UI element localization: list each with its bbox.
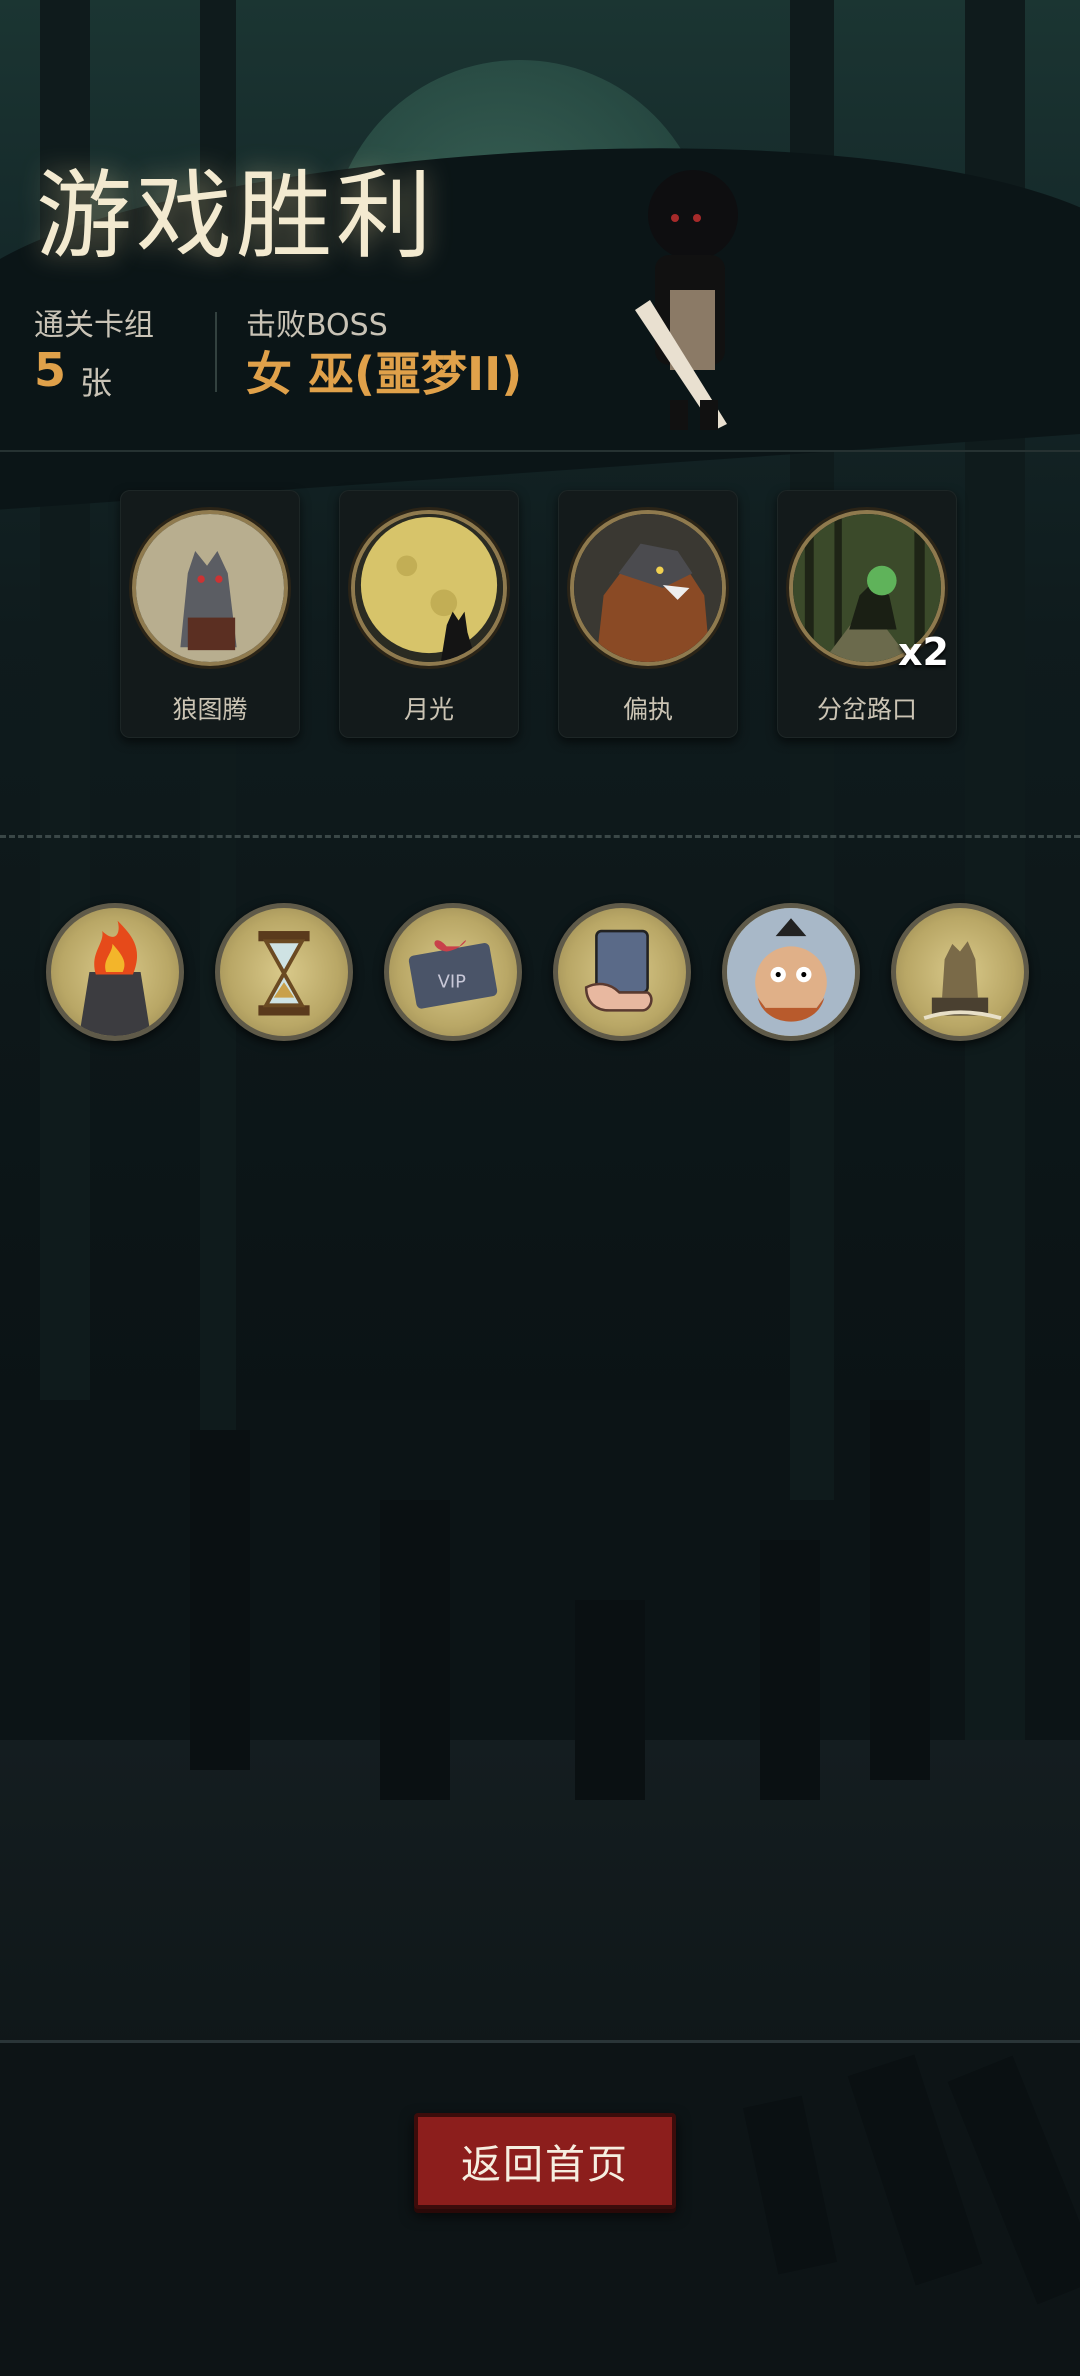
hourglass-icon[interactable] bbox=[215, 903, 353, 1041]
wolf-totem-icon bbox=[132, 510, 288, 666]
card-label: 狼图腾 bbox=[172, 695, 248, 724]
deck-card[interactable]: 狼图腾 bbox=[120, 490, 300, 738]
deck-unit: 张 bbox=[80, 364, 113, 402]
deck-card[interactable]: x2 分岔路口 bbox=[777, 490, 957, 738]
hand-card-icon[interactable] bbox=[553, 903, 691, 1041]
victory-title: 游戏胜利 bbox=[36, 160, 436, 272]
svg-text:VIP: VIP bbox=[438, 971, 467, 992]
boss-name: 女 巫(噩梦II) bbox=[246, 347, 523, 401]
deck-card[interactable]: 月光 bbox=[339, 490, 519, 738]
card-label: 偏执 bbox=[622, 695, 673, 724]
stat-divider bbox=[215, 312, 217, 392]
deck-count: 5 bbox=[34, 343, 67, 397]
fire-brazier-icon[interactable] bbox=[46, 903, 184, 1041]
witch-boss-icon bbox=[635, 170, 738, 430]
ruined-statue-icon[interactable] bbox=[891, 903, 1029, 1041]
werewolf-icon bbox=[570, 510, 726, 666]
moonlight-icon bbox=[351, 510, 507, 666]
card-count-badge: x2 bbox=[898, 630, 949, 674]
deck-card[interactable]: 偏执 bbox=[558, 490, 738, 738]
return-home-button[interactable]: 返回首页 bbox=[414, 2113, 676, 2209]
background-scene bbox=[0, 0, 1080, 2376]
vip-ticket-icon[interactable]: VIP bbox=[384, 903, 522, 1041]
section-divider bbox=[0, 835, 1080, 838]
deck-label: 通关卡组 bbox=[34, 308, 154, 343]
card-label: 月光 bbox=[403, 695, 454, 724]
card-label: 分岔路口 bbox=[816, 695, 917, 724]
scared-man-icon[interactable] bbox=[722, 903, 860, 1041]
header-divider bbox=[0, 450, 1080, 452]
